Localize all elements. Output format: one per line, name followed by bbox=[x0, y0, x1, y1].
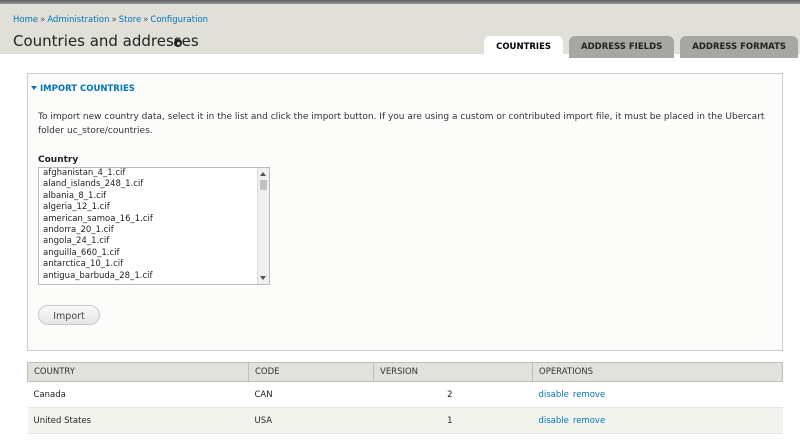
table-row: United States USA 1 disable remove bbox=[27, 407, 783, 434]
breadcrumb-administration[interactable]: Administration bbox=[47, 15, 109, 25]
tab-address-formats[interactable]: ADDRESS FORMATS bbox=[680, 36, 798, 58]
page-header: Home» Administration» Store» Configuration … bbox=[0, 4, 800, 58]
add-shortcut-icon[interactable] bbox=[174, 39, 182, 47]
country-option[interactable]: antarctica_10_1.cif bbox=[39, 259, 269, 270]
import-description: To import new country data, select it in… bbox=[38, 112, 765, 136]
table-row: Canada CAN 2 disable remove bbox=[27, 381, 783, 408]
version-cell: 1 bbox=[373, 407, 533, 434]
import-countries-fieldset: IMPORT COUNTRIES To import new country d… bbox=[27, 73, 783, 351]
breadcrumb-separator: » bbox=[40, 15, 46, 25]
operations-cell: disable remove bbox=[532, 407, 783, 434]
country-cell: Canada bbox=[27, 381, 249, 408]
code-cell: USA bbox=[248, 407, 374, 434]
breadcrumb-configuration[interactable]: Configuration bbox=[150, 15, 208, 25]
breadcrumb-separator: » bbox=[111, 15, 117, 25]
remove-link[interactable]: remove bbox=[573, 416, 605, 426]
column-header-version[interactable]: VERSION bbox=[373, 362, 533, 382]
tab-bar: COUNTRIES ADDRESS FIELDS ADDRESS FORMATS bbox=[484, 36, 798, 58]
country-cell: United States bbox=[27, 407, 249, 434]
import-button[interactable]: Import bbox=[38, 305, 100, 325]
disable-link[interactable]: disable bbox=[539, 390, 569, 400]
remove-link[interactable]: remove bbox=[573, 390, 605, 400]
country-select-list[interactable]: afghanistan_4_1.cif aland_islands_248_1.… bbox=[38, 167, 270, 285]
select-scrollbar[interactable] bbox=[257, 168, 269, 284]
country-option[interactable]: algeria_12_1.cif bbox=[39, 202, 269, 213]
tab-address-fields[interactable]: ADDRESS FIELDS bbox=[569, 36, 675, 58]
country-option[interactable]: andorra_20_1.cif bbox=[39, 225, 269, 236]
country-option[interactable]: afghanistan_4_1.cif bbox=[39, 168, 269, 179]
table-header-row: COUNTRY CODE VERSION OPERATIONS bbox=[27, 362, 783, 382]
scroll-down-arrow-icon[interactable] bbox=[260, 276, 266, 280]
breadcrumb-separator: » bbox=[143, 15, 149, 25]
page-title: Countries and addresses bbox=[13, 32, 199, 50]
column-header-country[interactable]: COUNTRY bbox=[27, 362, 249, 382]
column-header-operations: OPERATIONS bbox=[532, 362, 783, 382]
breadcrumb-store[interactable]: Store bbox=[119, 15, 141, 25]
collapse-triangle-icon bbox=[31, 86, 37, 90]
import-countries-legend: IMPORT COUNTRIES bbox=[40, 84, 135, 94]
country-option[interactable]: antigua_barbuda_28_1.cif bbox=[39, 271, 269, 282]
country-option[interactable]: american_samoa_16_1.cif bbox=[39, 214, 269, 225]
scroll-up-arrow-icon[interactable] bbox=[260, 172, 266, 176]
country-option[interactable]: albania_8_1.cif bbox=[39, 191, 269, 202]
breadcrumb-home[interactable]: Home bbox=[13, 15, 38, 25]
countries-table: COUNTRY CODE VERSION OPERATIONS Canada C… bbox=[27, 362, 783, 434]
country-option[interactable]: anguilla_660_1.cif bbox=[39, 248, 269, 259]
breadcrumb: Home» Administration» Store» Configuration bbox=[13, 15, 208, 25]
scroll-thumb[interactable] bbox=[260, 180, 267, 190]
column-header-code[interactable]: CODE bbox=[248, 362, 374, 382]
country-option[interactable]: angola_24_1.cif bbox=[39, 236, 269, 247]
code-cell: CAN bbox=[248, 381, 374, 408]
version-cell: 2 bbox=[373, 381, 533, 408]
country-field-label: Country bbox=[38, 155, 79, 165]
import-countries-toggle[interactable]: IMPORT COUNTRIES bbox=[31, 84, 135, 94]
operations-cell: disable remove bbox=[532, 381, 783, 408]
tab-countries[interactable]: COUNTRIES bbox=[484, 36, 564, 58]
disable-link[interactable]: disable bbox=[539, 416, 569, 426]
country-option[interactable]: aland_islands_248_1.cif bbox=[39, 179, 269, 190]
